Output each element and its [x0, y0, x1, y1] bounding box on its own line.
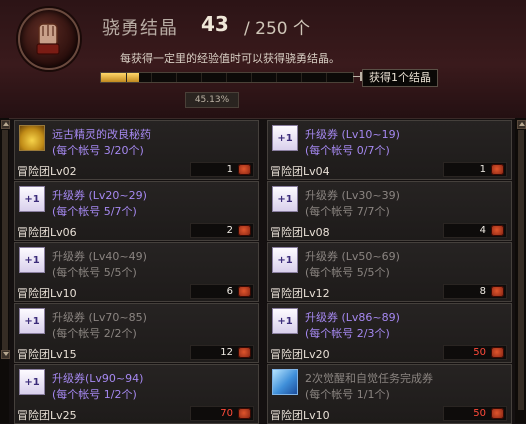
crystal-cost: 1	[226, 164, 233, 175]
reward-list: +1 远古精灵的改良秘药 (每个帐号 3/20个) 冒险团Lv02 1 +1 升级券 (L…	[0, 118, 526, 424]
level-up-ticket-icon: +1	[19, 369, 45, 395]
account-limit: (每个帐号 1/2个)	[52, 388, 137, 401]
level-up-ticket-icon: +1	[272, 247, 298, 273]
crystal-token-icon	[491, 347, 504, 358]
crystal-cost: 2	[226, 225, 233, 236]
reward-card-4[interactable]: +1 升级券 (Lv40~49) (每个帐号 5/5个) 冒险团Lv10 6	[14, 242, 259, 302]
reward-name: 2次觉醒和自觉任务完成券	[305, 372, 433, 385]
crystal-count: 43	[201, 12, 229, 36]
reward-card-0[interactable]: +1 远古精灵的改良秘药 (每个帐号 3/20个) 冒险团Lv02 1	[14, 120, 259, 180]
reward-name: 升级券 (Lv86~89)	[305, 311, 400, 324]
crystal-cost: 1	[479, 164, 486, 175]
cost-slot: 2	[190, 223, 254, 238]
account-limit: (每个帐号 7/7个)	[305, 205, 390, 218]
cost-slot: 4	[443, 223, 507, 238]
required-level: 冒险团Lv20	[270, 348, 330, 361]
reward-card-5[interactable]: +1 升级券 (Lv50~69) (每个帐号 5/5个) 冒险团Lv12 8	[267, 242, 512, 302]
level-up-ticket-icon: +1	[19, 308, 45, 334]
cost-slot: 1	[190, 162, 254, 177]
crystal-token-icon	[238, 286, 251, 297]
reward-name: 升级券(Lv90~94)	[52, 372, 144, 385]
experience-progress-bar	[100, 72, 354, 83]
crystal-cost: 50	[473, 347, 486, 358]
header-panel: 骁勇结晶 43 / 250 个 每获得一定里的经验值时可以获得骁勇结晶。 获得1…	[0, 0, 526, 119]
level-up-ticket-icon: +1	[272, 125, 298, 151]
cost-slot: 50	[443, 406, 507, 421]
crystal-cost: 8	[479, 286, 486, 297]
account-limit: (每个帐号 5/5个)	[305, 266, 390, 279]
required-level: 冒险团Lv02	[17, 165, 77, 178]
account-limit: (每个帐号 5/7个)	[52, 205, 137, 218]
required-level: 冒险团Lv10	[17, 287, 77, 300]
level-up-ticket-icon: +1	[272, 308, 298, 334]
reward-card-8[interactable]: +1 升级券(Lv90~94) (每个帐号 1/2个) 冒险团Lv25 70	[14, 364, 259, 424]
cost-slot: 50	[443, 345, 507, 360]
required-level: 冒险团Lv25	[17, 409, 77, 422]
fist-emblem-icon	[18, 8, 80, 70]
progress-percent: 45.13%	[185, 92, 239, 108]
reward-card-7[interactable]: +1 升级券 (Lv86~89) (每个帐号 2/3个) 冒险团Lv20 50	[267, 303, 512, 363]
reward-name: 升级券 (Lv50~69)	[305, 250, 400, 263]
crystal-token-icon	[491, 225, 504, 236]
crystal-total: / 250 个	[244, 19, 310, 39]
cost-slot: 1	[443, 162, 507, 177]
reward-card-3[interactable]: +1 升级券 (Lv30~39) (每个帐号 7/7个) 冒险团Lv08 4	[267, 181, 512, 241]
account-limit: (每个帐号 2/2个)	[52, 327, 137, 340]
reward-name: 升级券 (Lv20~29)	[52, 189, 147, 202]
required-level: 冒险团Lv08	[270, 226, 330, 239]
level-up-ticket-icon: +1	[19, 247, 45, 273]
account-limit: (每个帐号 3/20个)	[52, 144, 144, 157]
crystal-token-icon	[238, 225, 251, 236]
crystal-cost: 4	[479, 225, 486, 236]
crystal-token-icon	[238, 347, 251, 358]
reward-card-6[interactable]: +1 升级券 (Lv70~85) (每个帐号 2/2个) 冒险团Lv15 12	[14, 303, 259, 363]
account-limit: (每个帐号 2/3个)	[305, 327, 390, 340]
level-up-ticket-icon: +1	[272, 186, 298, 212]
reward-name: 远古精灵的改良秘药	[52, 128, 151, 141]
reward-name: 升级券 (Lv70~85)	[52, 311, 147, 324]
reward-card-9[interactable]: +1 2次觉醒和自觉任务完成券 (每个帐号 1/1个) 冒险团Lv10 50	[267, 364, 512, 424]
reward-card-2[interactable]: +1 升级券 (Lv20~29) (每个帐号 5/7个) 冒险团Lv06 2	[14, 181, 259, 241]
potion-icon: +1	[19, 125, 45, 151]
level-up-ticket-icon: +1	[19, 186, 45, 212]
reward-name: 升级券 (Lv10~19)	[305, 128, 400, 141]
required-level: 冒险团Lv15	[17, 348, 77, 361]
required-level: 冒险团Lv06	[17, 226, 77, 239]
crystal-cost: 12	[220, 347, 233, 358]
account-limit: (每个帐号 5/5个)	[52, 266, 137, 279]
required-level: 冒险团Lv12	[270, 287, 330, 300]
crystal-cost: 6	[226, 286, 233, 297]
cost-slot: 8	[443, 284, 507, 299]
crystal-token-icon	[238, 408, 251, 419]
cost-slot: 6	[190, 284, 254, 299]
cost-slot: 70	[190, 406, 254, 421]
reward-card-1[interactable]: +1 升级券 (Lv10~19) (每个帐号 0/7个) 冒险团Lv04 1	[267, 120, 512, 180]
cost-slot: 12	[190, 345, 254, 360]
page-title: 骁勇结晶	[102, 18, 178, 39]
reward-name: 升级券 (Lv40~49)	[52, 250, 147, 263]
crystal-token-icon	[491, 408, 504, 419]
reward-tooltip: 获得1个结晶	[362, 69, 438, 87]
required-level: 冒险团Lv10	[270, 409, 330, 422]
crystal-description: 每获得一定里的经验值时可以获得骁勇结晶。	[120, 52, 340, 65]
required-level: 冒险团Lv04	[270, 165, 330, 178]
crystal-cost: 70	[220, 408, 233, 419]
crystal-token-icon	[491, 286, 504, 297]
crystal-token-icon	[238, 164, 251, 175]
crystal-cost: 50	[473, 408, 486, 419]
awakening-book-icon: +1	[272, 369, 298, 395]
experience-progress-fill	[101, 73, 140, 82]
reward-name: 升级券 (Lv30~39)	[305, 189, 400, 202]
crystal-token-icon	[491, 164, 504, 175]
account-limit: (每个帐号 0/7个)	[305, 144, 390, 157]
account-limit: (每个帐号 1/1个)	[305, 388, 390, 401]
